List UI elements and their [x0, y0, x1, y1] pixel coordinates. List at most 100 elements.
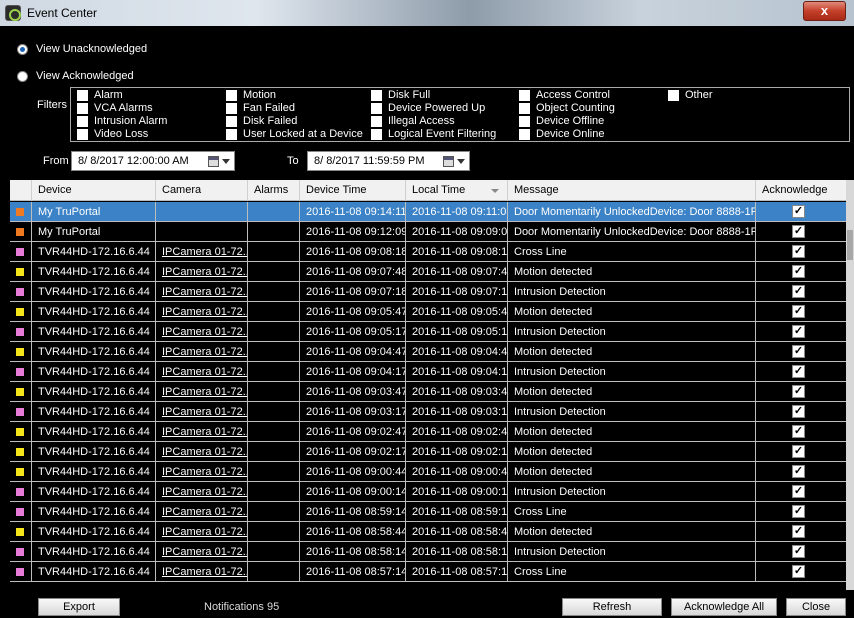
header-local-time[interactable]: Local Time — [406, 180, 508, 201]
acknowledge-all-button[interactable]: Acknowledge All — [671, 598, 777, 616]
acknowledge-checkbox[interactable]: ✓ — [792, 565, 805, 578]
filter-vca-alarms[interactable]: VCA Alarms — [77, 102, 153, 114]
filter-access-control[interactable]: Access Control — [519, 89, 610, 101]
acknowledge-checkbox[interactable]: ✓ — [792, 205, 805, 218]
refresh-button[interactable]: Refresh — [562, 598, 662, 616]
filter-object-counting[interactable]: Object Counting — [519, 102, 615, 114]
acknowledge-checkbox[interactable]: ✓ — [792, 525, 805, 538]
filter-checkbox[interactable] — [77, 89, 88, 101]
table-row[interactable]: TVR44HD-172.16.6.44 IPCamera 01-72... 2016… — [10, 382, 848, 402]
header-acknowledge[interactable]: Acknowledge — [756, 180, 848, 201]
cell-camera[interactable]: IPCamera 01-72... — [156, 562, 248, 582]
window-close-button[interactable]: x — [803, 1, 846, 21]
acknowledge-checkbox[interactable]: ✓ — [792, 345, 805, 358]
acknowledge-checkbox[interactable]: ✓ — [792, 505, 805, 518]
view-acknowledged-radio[interactable] — [17, 70, 28, 82]
acknowledge-checkbox[interactable]: ✓ — [792, 465, 805, 478]
filter-checkbox[interactable] — [371, 115, 382, 127]
acknowledge-checkbox[interactable]: ✓ — [792, 245, 805, 258]
filter-illegal-access[interactable]: Illegal Access — [371, 115, 455, 127]
filter-fan-failed[interactable]: Fan Failed — [226, 102, 295, 114]
table-row[interactable]: TVR44HD-172.16.6.44 IPCamera 01-72... 2016… — [10, 282, 848, 302]
header-device-time[interactable]: Device Time — [300, 180, 406, 201]
header-device[interactable]: Device — [32, 180, 156, 201]
filter-video-loss[interactable]: Video Loss — [77, 128, 148, 140]
filter-motion[interactable]: Motion — [226, 89, 276, 101]
filter-other[interactable]: Other — [668, 89, 713, 101]
acknowledge-checkbox[interactable]: ✓ — [792, 405, 805, 418]
scrollbar-thumb[interactable] — [847, 230, 853, 260]
table-row[interactable]: TVR44HD-172.16.6.44 IPCamera 01-72... 2016… — [10, 362, 848, 382]
cell-camera[interactable]: IPCamera 01-72... — [156, 482, 248, 502]
filter-checkbox[interactable] — [371, 102, 382, 114]
cell-camera[interactable]: IPCamera 01-72... — [156, 542, 248, 562]
table-row[interactable]: TVR44HD-172.16.6.44 IPCamera 01-72... 2016… — [10, 442, 848, 462]
acknowledge-checkbox[interactable]: ✓ — [792, 485, 805, 498]
cell-camera[interactable]: IPCamera 01-72... — [156, 262, 248, 282]
header-alarms[interactable]: Alarms — [248, 180, 300, 201]
table-row[interactable]: TVR44HD-172.16.6.44 IPCamera 01-72... 2016… — [10, 462, 848, 482]
filter-checkbox[interactable] — [226, 128, 237, 140]
cell-camera[interactable]: IPCamera 01-72... — [156, 362, 248, 382]
filter-alarm[interactable]: Alarm — [77, 89, 123, 101]
filter-user-locked[interactable]: User Locked at a Device — [226, 128, 363, 140]
cell-camera[interactable]: IPCamera 01-72... — [156, 242, 248, 262]
table-row[interactable]: TVR44HD-172.16.6.44 IPCamera 01-72... 2016… — [10, 562, 848, 582]
acknowledge-checkbox[interactable]: ✓ — [792, 265, 805, 278]
cell-camera[interactable]: IPCamera 01-72... — [156, 502, 248, 522]
header-marker-column[interactable] — [10, 180, 32, 201]
header-camera[interactable]: Camera — [156, 180, 248, 201]
filter-device-offline[interactable]: Device Offline — [519, 115, 604, 127]
table-row[interactable]: TVR44HD-172.16.6.44 IPCamera 01-72... 2016… — [10, 542, 848, 562]
filter-logical-event[interactable]: Logical Event Filtering — [371, 128, 496, 140]
table-row[interactable]: TVR44HD-172.16.6.44 IPCamera 01-72... 2016… — [10, 422, 848, 442]
cell-camera[interactable]: IPCamera 01-72... — [156, 302, 248, 322]
acknowledge-checkbox[interactable]: ✓ — [792, 385, 805, 398]
filter-checkbox[interactable] — [226, 89, 237, 101]
cell-camera[interactable]: IPCamera 01-72... — [156, 422, 248, 442]
acknowledge-checkbox[interactable]: ✓ — [792, 225, 805, 238]
cell-camera[interactable]: IPCamera 01-72... — [156, 382, 248, 402]
from-date-dropdown[interactable] — [208, 154, 232, 168]
cell-camera[interactable]: IPCamera 01-72... — [156, 462, 248, 482]
acknowledge-checkbox[interactable]: ✓ — [792, 285, 805, 298]
view-unacknowledged-option[interactable]: View Unacknowledged — [17, 43, 147, 55]
filter-checkbox[interactable] — [519, 89, 530, 101]
table-row[interactable]: TVR44HD-172.16.6.44 IPCamera 01-72... 2016… — [10, 262, 848, 282]
table-row[interactable]: TVR44HD-172.16.6.44 IPCamera 01-72... 2016… — [10, 342, 848, 362]
export-button[interactable]: Export — [38, 598, 120, 616]
acknowledge-checkbox[interactable]: ✓ — [792, 365, 805, 378]
cell-camera[interactable]: IPCamera 01-72... — [156, 282, 248, 302]
acknowledge-checkbox[interactable]: ✓ — [792, 305, 805, 318]
view-unacknowledged-radio[interactable] — [17, 43, 28, 55]
cell-camera[interactable]: IPCamera 01-72... — [156, 442, 248, 462]
table-row[interactable]: TVR44HD-172.16.6.44 IPCamera 01-72... 2016… — [10, 242, 848, 262]
filter-checkbox[interactable] — [519, 115, 530, 127]
acknowledge-checkbox[interactable]: ✓ — [792, 325, 805, 338]
filter-device-powered-up[interactable]: Device Powered Up — [371, 102, 485, 114]
filter-checkbox[interactable] — [519, 102, 530, 114]
table-row[interactable]: TVR44HD-172.16.6.44 IPCamera 01-72... 2016… — [10, 322, 848, 342]
to-date-dropdown[interactable] — [443, 154, 467, 168]
acknowledge-checkbox[interactable]: ✓ — [792, 445, 805, 458]
close-button[interactable]: Close — [786, 598, 846, 616]
filter-checkbox[interactable] — [371, 89, 382, 101]
table-row[interactable]: TVR44HD-172.16.6.44 IPCamera 01-72... 2016… — [10, 402, 848, 422]
filter-device-online[interactable]: Device Online — [519, 128, 604, 140]
table-row[interactable]: My TruPortal 2016-11-08 09:12:09 2016-11-0… — [10, 222, 848, 242]
table-row[interactable]: TVR44HD-172.16.6.44 IPCamera 01-72... 2016… — [10, 302, 848, 322]
filter-disk-failed[interactable]: Disk Failed — [226, 115, 297, 127]
grid-scrollbar[interactable] — [846, 180, 854, 590]
header-message[interactable]: Message — [508, 180, 756, 201]
filter-intrusion-alarm[interactable]: Intrusion Alarm — [77, 115, 167, 127]
table-row[interactable]: My TruPortal 2016-11-08 09:14:11 2016-11-0… — [10, 202, 848, 222]
filter-checkbox[interactable] — [226, 102, 237, 114]
view-acknowledged-option[interactable]: View Acknowledged — [17, 70, 134, 82]
filter-checkbox[interactable] — [77, 128, 88, 140]
cell-camera[interactable]: IPCamera 01-72... — [156, 322, 248, 342]
filter-checkbox[interactable] — [77, 115, 88, 127]
acknowledge-checkbox[interactable]: ✓ — [792, 425, 805, 438]
table-row[interactable]: TVR44HD-172.16.6.44 IPCamera 01-72... 2016… — [10, 482, 848, 502]
table-row[interactable]: TVR44HD-172.16.6.44 IPCamera 01-72... 2016… — [10, 502, 848, 522]
close-icon[interactable]: x — [821, 3, 828, 18]
